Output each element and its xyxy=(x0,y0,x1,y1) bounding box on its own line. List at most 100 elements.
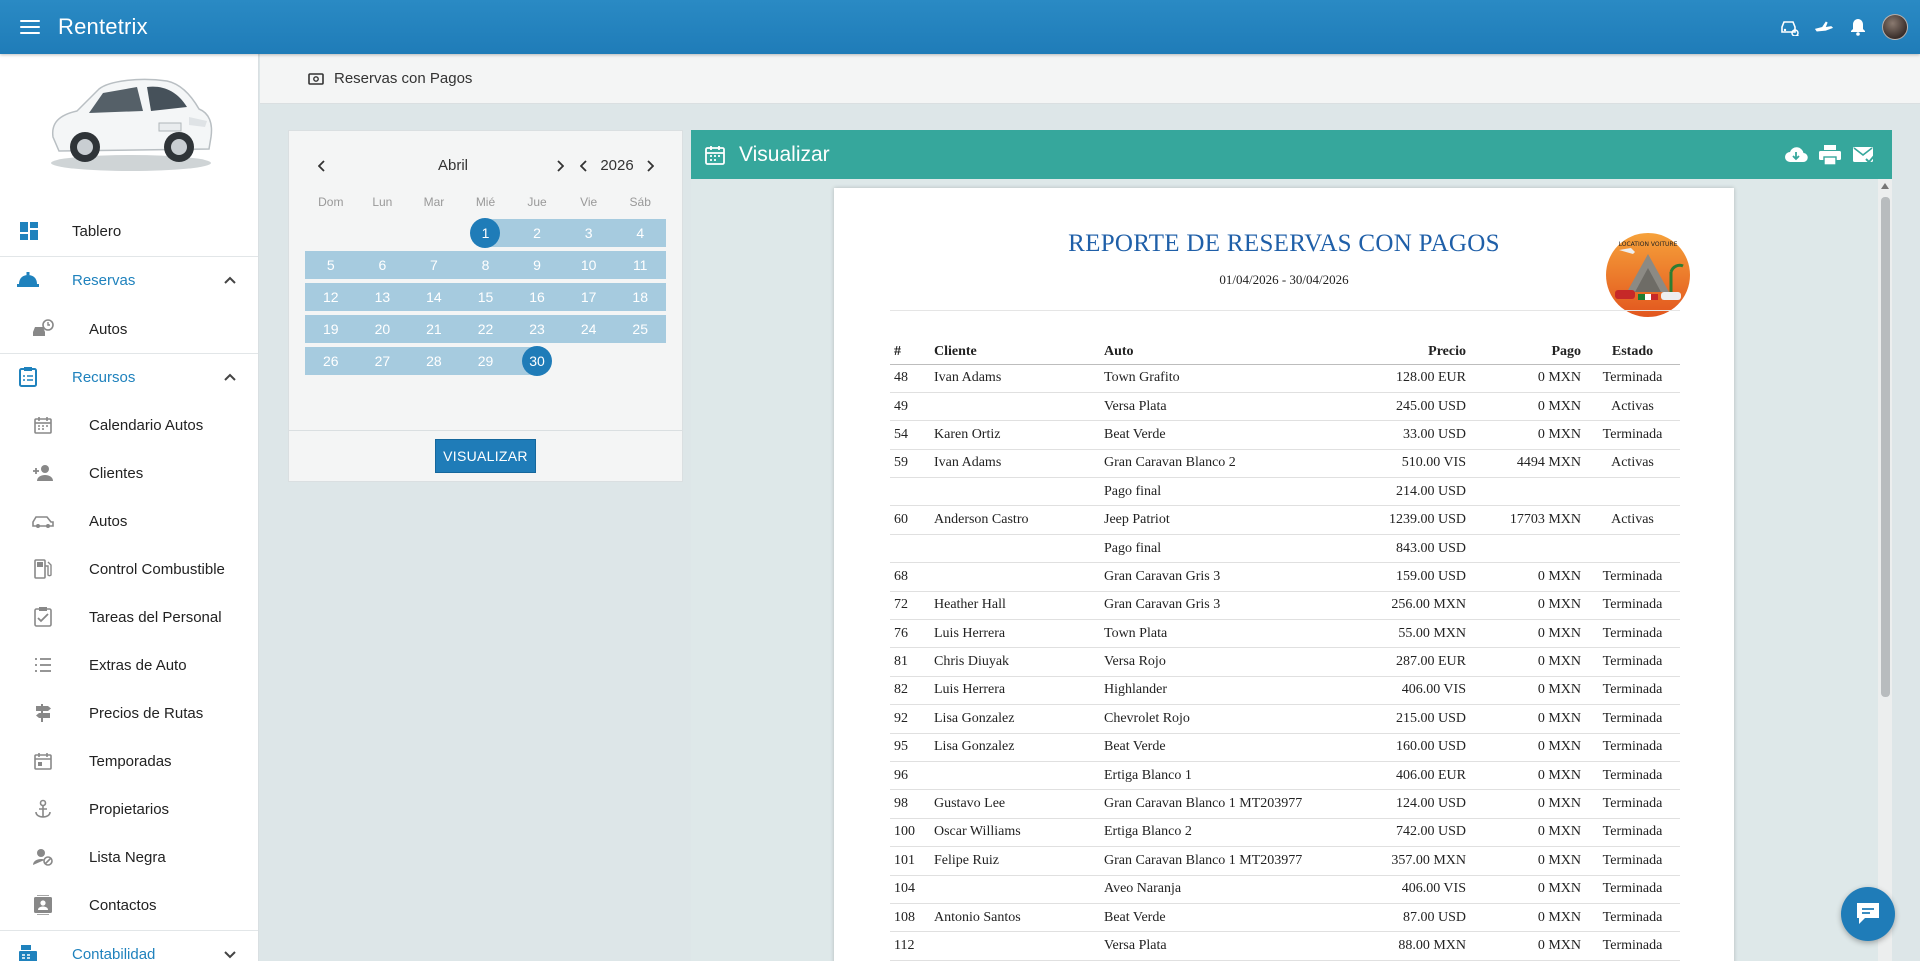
table-row: 59 Ivan Adams Gran Caravan Blanco 2 510.00 … xyxy=(890,449,1680,479)
table-cell: 742.00 USD xyxy=(1350,818,1470,848)
email-icon[interactable] xyxy=(1852,144,1876,166)
visualizar-button[interactable]: VISUALIZAR xyxy=(435,439,536,473)
list-icon xyxy=(32,654,54,676)
calendar-day[interactable]: 23 xyxy=(511,315,563,343)
empty-day-cell xyxy=(305,219,357,247)
calendar-day-selected[interactable]: 1 xyxy=(459,218,512,248)
calendar-day[interactable]: 14 xyxy=(408,283,460,311)
table-cell: 406.00 VIS xyxy=(1350,875,1470,904)
calendar-day[interactable]: 19 xyxy=(305,315,357,343)
sidebar-item-extras-auto[interactable]: Extras de Auto xyxy=(0,645,258,685)
prev-year-button[interactable] xyxy=(576,155,592,177)
table-header-row: # Cliente Auto Precio Pago Estado xyxy=(890,340,1680,365)
sidebar-item-autos[interactable]: Autos xyxy=(0,501,258,541)
table-cell: Luis Herrera xyxy=(930,676,1100,706)
sidebar-item-recursos[interactable]: Recursos xyxy=(0,357,258,397)
table-cell: 256.00 MXN xyxy=(1350,591,1470,621)
sidebar-item-tareas-personal[interactable]: Tareas del Personal xyxy=(0,597,258,637)
bell-icon[interactable] xyxy=(1848,17,1868,37)
scroll-up-arrow[interactable] xyxy=(1881,183,1889,189)
scroll-thumb[interactable] xyxy=(1881,197,1890,697)
table-cell: 87.00 USD xyxy=(1350,903,1470,933)
user-avatar[interactable] xyxy=(1882,14,1908,40)
sidebar-item-control-combustible[interactable]: Control Combustible xyxy=(0,549,258,589)
calendar-day[interactable]: 6 xyxy=(356,251,409,279)
table-cell: 0 MXN xyxy=(1470,647,1585,677)
calendar-day[interactable]: 12 xyxy=(305,283,357,311)
prev-month-button[interactable] xyxy=(314,155,330,177)
vertical-scrollbar[interactable] xyxy=(1878,179,1892,961)
print-icon[interactable] xyxy=(1818,144,1842,166)
weekday-label: Jue xyxy=(527,195,547,209)
calendar-day[interactable]: 22 xyxy=(459,315,512,343)
cloud-download-icon[interactable] xyxy=(1784,144,1808,166)
sidebar-item-contabilidad[interactable]: Contabilidad xyxy=(0,934,258,961)
table-cell: 0 MXN xyxy=(1470,420,1585,450)
calendar-day[interactable]: 24 xyxy=(562,315,615,343)
year-label[interactable]: 2026 xyxy=(597,157,637,174)
table-row: 104 Aveo Naranja 406.00 VIS 0 MXN Terminada xyxy=(890,875,1680,904)
sidebar-item-reservas[interactable]: Reservas xyxy=(0,260,258,300)
calendar-day-selected[interactable]: 30 xyxy=(511,346,563,376)
date-range-picker: Abril 2026 Dom Lun Mar Mié Jue Vie Sáb 1234567… xyxy=(288,130,683,482)
sidebar-item-tablero[interactable]: Tablero xyxy=(0,211,258,251)
month-label[interactable]: Abril xyxy=(401,157,505,174)
calendar-day[interactable]: 25 xyxy=(614,315,666,343)
calendar-day[interactable]: 17 xyxy=(562,283,615,311)
sidebar-item-contactos[interactable]: Contactos xyxy=(0,885,258,925)
person-add-icon xyxy=(32,462,54,484)
sidebar-item-temporadas[interactable]: Temporadas xyxy=(0,741,258,781)
page-header: Reservas con Pagos xyxy=(260,54,1920,104)
calendar-day[interactable]: 10 xyxy=(562,251,615,279)
calendar-day[interactable]: 11 xyxy=(614,251,666,279)
calendar-day[interactable]: 4 xyxy=(614,219,666,247)
table-cell: Gustavo Lee xyxy=(930,789,1100,819)
table-cell: 4494 MXN xyxy=(1470,449,1585,479)
calendar-day[interactable]: 20 xyxy=(356,315,409,343)
calendar-day[interactable]: 21 xyxy=(408,315,460,343)
calendar-day[interactable]: 15 xyxy=(459,283,512,311)
plane-icon[interactable] xyxy=(1814,17,1834,37)
menu-icon[interactable] xyxy=(20,20,40,34)
table-cell: 128.00 EUR xyxy=(1350,364,1470,393)
table-cell: 843.00 USD xyxy=(1350,534,1470,564)
table-cell: Terminada xyxy=(1585,931,1680,961)
chat-button[interactable] xyxy=(1841,887,1895,941)
chevron-up-icon[interactable] xyxy=(223,273,237,287)
table-cell: Terminada xyxy=(1585,818,1680,848)
calendar-day[interactable]: 5 xyxy=(305,251,357,279)
next-year-button[interactable] xyxy=(642,155,658,177)
car-search-icon[interactable] xyxy=(1780,17,1800,37)
report-table: # Cliente Auto Precio Pago Estado 48 Ivan… xyxy=(890,340,1680,961)
calendar-day[interactable]: 7 xyxy=(408,251,460,279)
calendar-day[interactable]: 26 xyxy=(305,347,357,375)
table-row: 72 Heather Hall Gran Caravan Gris 3 256.00 … xyxy=(890,591,1680,621)
calendar-day[interactable]: 8 xyxy=(459,251,512,279)
calendar-day[interactable]: 29 xyxy=(459,347,512,375)
table-cell: 48 xyxy=(890,364,930,393)
calendar-day[interactable]: 3 xyxy=(562,219,615,247)
sidebar-item-clientes[interactable]: Clientes xyxy=(0,453,258,493)
sidebar-item-lista-negra[interactable]: Lista Negra xyxy=(0,837,258,877)
table-cell: 88.00 MXN xyxy=(1350,931,1470,961)
calendar-day[interactable]: 2 xyxy=(511,219,563,247)
table-cell xyxy=(930,562,1100,592)
app-title[interactable]: Rentetrix xyxy=(58,14,148,40)
calendar-day[interactable]: 28 xyxy=(408,347,460,375)
sidebar-item-calendario-autos[interactable]: Calendario Autos xyxy=(0,405,258,445)
calendar-day[interactable]: 9 xyxy=(511,251,563,279)
table-cell xyxy=(1470,534,1585,564)
sidebar-item-label: Control Combustible xyxy=(89,560,225,578)
table-cell: 49 xyxy=(890,392,930,422)
calendar-day[interactable]: 13 xyxy=(356,283,409,311)
chevron-up-icon[interactable] xyxy=(223,370,237,384)
calendar-day[interactable]: 16 xyxy=(511,283,563,311)
calendar-day[interactable]: 18 xyxy=(614,283,666,311)
next-month-button[interactable] xyxy=(552,155,568,177)
calendar-day[interactable]: 27 xyxy=(356,347,409,375)
table-cell: Pago final xyxy=(1100,477,1350,507)
sidebar-item-propietarios[interactable]: Propietarios xyxy=(0,789,258,829)
sidebar-item-precios-rutas[interactable]: Precios de Rutas xyxy=(0,693,258,733)
chevron-down-icon[interactable] xyxy=(223,947,237,961)
sidebar-item-autos-reservas[interactable]: Autos xyxy=(0,309,258,349)
